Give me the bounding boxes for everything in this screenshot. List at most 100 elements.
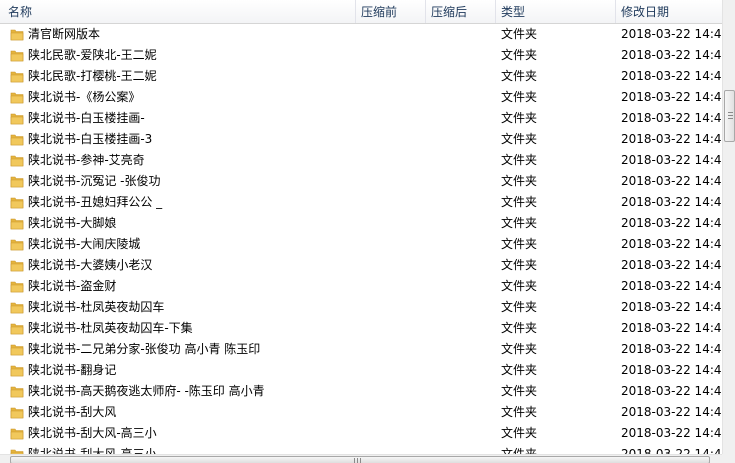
file-modified-cell: 2018-03-22 14:44 [621, 321, 722, 335]
file-list-window: 名称 压缩前 压缩后 类型 修改日期 清官断网版本 文件夹 2018-03-22 1… [0, 0, 735, 463]
folder-icon [10, 386, 24, 398]
scroll-down-button[interactable] [723, 439, 735, 454]
file-name-cell: 陕北民歌-打樱桃-王二妮 [10, 66, 356, 87]
file-modified-cell: 2018-03-22 14:44 [621, 69, 722, 83]
file-name-label: 陕北说书-丑媳妇拜公公 _ [28, 195, 163, 209]
folder-icon [10, 281, 24, 293]
file-modified-cell: 2018-03-22 14:44 [621, 342, 722, 356]
file-name-cell: 陕北说书-高天鹅夜逃太师府- -陈玉印 高小青 [10, 381, 356, 402]
file-type-cell: 文件夹 [501, 447, 538, 454]
file-row[interactable]: 陕北说书-刮大风-高三小 文件夹 2018-03-22 14:44 [0, 444, 722, 454]
file-modified-cell: 2018-03-22 14:44 [621, 384, 722, 398]
file-name-label: 陕北民歌-爱陕北-王二妮 [28, 48, 157, 62]
file-name-label: 清官断网版本 [28, 27, 101, 41]
file-row[interactable]: 陕北说书-杜凤英夜劫囚车 文件夹 2018-03-22 14:44 [0, 297, 722, 318]
file-row[interactable]: 陕北说书-翻身记 文件夹 2018-03-22 14:44 [0, 360, 722, 381]
file-name-cell: 陕北说书-刮大风 [10, 402, 356, 423]
file-name-label: 陕北说书-参神-艾亮奇 [28, 153, 145, 167]
file-modified-cell: 2018-03-22 14:44 [621, 132, 722, 146]
file-name-label: 陕北说书-《杨公案》 [28, 90, 141, 104]
file-name-cell: 陕北民歌-爱陕北-王二妮 [10, 45, 356, 66]
file-type-cell: 文件夹 [501, 258, 538, 272]
grip-line [728, 115, 733, 116]
file-row[interactable]: 陕北说书-刮大风 文件夹 2018-03-22 14:44 [0, 402, 722, 423]
file-row[interactable]: 陕北说书-大脚娘 文件夹 2018-03-22 14:44 [0, 213, 722, 234]
file-name-cell: 陕北说书-白玉楼挂画- [10, 108, 356, 129]
column-header-modified[interactable]: 修改日期 [616, 0, 722, 23]
file-row[interactable]: 陕北说书-二兄弟分家-张俊功 高小青 陈玉印 文件夹 2018-03-22 14:4… [0, 339, 722, 360]
column-header-size-after[interactable]: 压缩后 [426, 0, 496, 23]
column-header-type[interactable]: 类型 [496, 0, 616, 23]
file-row[interactable]: 陕北说书-白玉楼挂画- 文件夹 2018-03-22 14:44 [0, 108, 722, 129]
file-modified-cell: 2018-03-22 14:44 [621, 279, 722, 293]
horizontal-scrollbar[interactable] [0, 454, 722, 463]
file-type-cell: 文件夹 [501, 69, 538, 83]
grip-line [357, 458, 358, 463]
file-type-cell: 文件夹 [501, 342, 538, 356]
file-type-cell: 文件夹 [501, 216, 538, 230]
folder-icon [10, 260, 24, 272]
grip-line [360, 458, 361, 463]
file-type-cell: 文件夹 [501, 237, 538, 251]
grip-line [728, 112, 733, 113]
file-name-cell: 陕北说书-大闹庆陵城 [10, 234, 356, 255]
file-row[interactable]: 清官断网版本 文件夹 2018-03-22 14:44 [0, 24, 722, 45]
folder-icon [10, 365, 24, 377]
file-modified-cell: 2018-03-22 14:44 [621, 90, 722, 104]
file-type-cell: 文件夹 [501, 132, 538, 146]
file-row[interactable]: 陕北说书-刮大风-高三小 文件夹 2018-03-22 14:44 [0, 423, 722, 444]
file-modified-cell: 2018-03-22 14:44 [621, 48, 722, 62]
file-name-cell: 陕北说书-杜凤英夜劫囚车 [10, 297, 356, 318]
folder-icon [10, 239, 24, 251]
file-type-cell: 文件夹 [501, 111, 538, 125]
file-name-cell: 陕北说书-《杨公案》 [10, 87, 356, 108]
folder-icon [10, 50, 24, 62]
file-name-cell: 陕北说书-杜凤英夜劫囚车-下集 [10, 318, 356, 339]
grip-line [354, 458, 355, 463]
file-type-cell: 文件夹 [501, 363, 538, 377]
file-name-label: 陕北说书-二兄弟分家-张俊功 高小青 陈玉印 [28, 342, 261, 356]
file-name-label: 陕北说书-盗金财 [28, 279, 117, 293]
file-modified-cell: 2018-03-22 14:44 [621, 216, 722, 230]
file-row[interactable]: 陕北说书-杜凤英夜劫囚车-下集 文件夹 2018-03-22 14:44 [0, 318, 722, 339]
file-name-cell: 陕北说书-刮大风-高三小 [10, 444, 356, 454]
column-header-bar: 名称 压缩前 压缩后 类型 修改日期 [0, 0, 722, 24]
file-row[interactable]: 陕北说书-大婆姨小老汉 文件夹 2018-03-22 14:44 [0, 255, 722, 276]
file-modified-cell: 2018-03-22 14:44 [621, 405, 722, 419]
file-row[interactable]: 陕北说书-丑媳妇拜公公 _ 文件夹 2018-03-22 14:44 [0, 192, 722, 213]
file-row[interactable]: 陕北说书-盗金财 文件夹 2018-03-22 14:44 [0, 276, 722, 297]
file-modified-cell: 2018-03-22 14:44 [621, 27, 722, 41]
file-name-cell: 陕北说书-参神-艾亮奇 [10, 150, 356, 171]
file-name-cell: 陕北说书-大婆姨小老汉 [10, 255, 356, 276]
column-header-size-before[interactable]: 压缩前 [356, 0, 426, 23]
file-row[interactable]: 陕北说书-高天鹅夜逃太师府- -陈玉印 高小青 文件夹 2018-03-22 14:… [0, 381, 722, 402]
file-row[interactable]: 陕北民歌-爱陕北-王二妮 文件夹 2018-03-22 14:44 [0, 45, 722, 66]
file-name-label: 陕北民歌-打樱桃-王二妮 [28, 69, 157, 83]
file-list: 清官断网版本 文件夹 2018-03-22 14:44 陕北民歌-爱陕北-王二妮 文件夹… [0, 24, 722, 454]
folder-icon [10, 218, 24, 230]
vertical-scrollbar[interactable] [722, 0, 735, 454]
folder-icon [10, 155, 24, 167]
file-row[interactable]: 陕北说书-白玉楼挂画-3 文件夹 2018-03-22 14:44 [0, 129, 722, 150]
file-row[interactable]: 陕北说书-《杨公案》 文件夹 2018-03-22 14:44 [0, 87, 722, 108]
vertical-scroll-thumb[interactable] [724, 90, 735, 142]
file-type-cell: 文件夹 [501, 48, 538, 62]
file-name-label: 陕北说书-刮大风-高三小 [28, 426, 157, 440]
scrollbar-corner [722, 454, 735, 463]
scroll-up-button[interactable] [723, 0, 735, 15]
file-row[interactable]: 陕北说书-沉冤记 -张俊功 文件夹 2018-03-22 14:44 [0, 171, 722, 192]
column-header-name[interactable]: 名称 [0, 0, 356, 23]
file-name-cell: 陕北说书-丑媳妇拜公公 _ [10, 192, 356, 213]
horizontal-scroll-thumb[interactable] [10, 456, 710, 463]
file-name-label: 陕北说书-刮大风-高三小 [28, 447, 157, 454]
file-name-label: 陕北说书-杜凤英夜劫囚车 [28, 300, 165, 314]
file-type-cell: 文件夹 [501, 426, 538, 440]
file-row[interactable]: 陕北民歌-打樱桃-王二妮 文件夹 2018-03-22 14:44 [0, 66, 722, 87]
file-row[interactable]: 陕北说书-参神-艾亮奇 文件夹 2018-03-22 14:44 [0, 150, 722, 171]
file-modified-cell: 2018-03-22 14:44 [621, 195, 722, 209]
file-row[interactable]: 陕北说书-大闹庆陵城 文件夹 2018-03-22 14:44 [0, 234, 722, 255]
file-name-cell: 清官断网版本 [10, 24, 356, 45]
grip-line [728, 118, 733, 119]
file-type-cell: 文件夹 [501, 279, 538, 293]
file-name-cell: 陕北说书-沉冤记 -张俊功 [10, 171, 356, 192]
